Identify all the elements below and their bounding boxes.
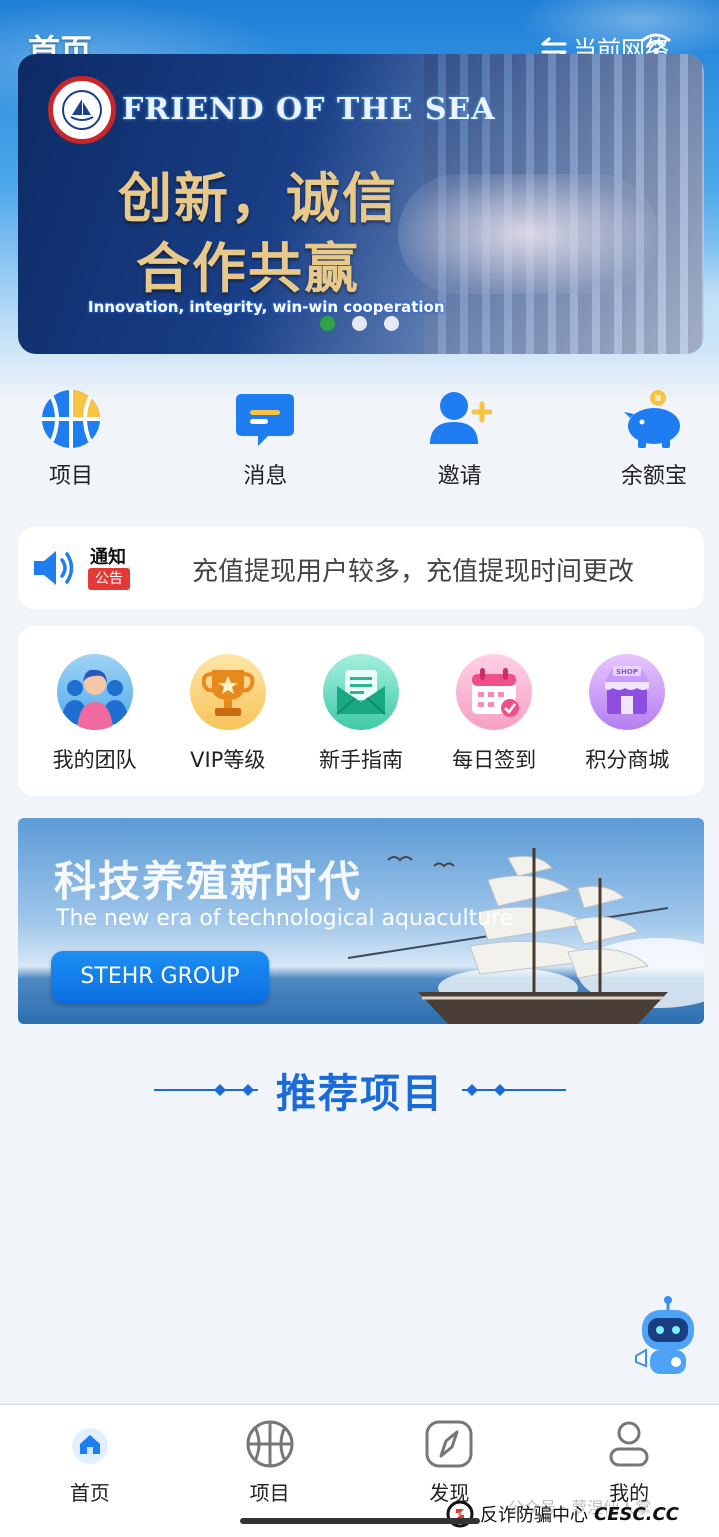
feature-label: 积分商城 [585,748,670,772]
basketball-icon [243,1417,297,1471]
quick-action-label: 消息 [243,464,288,489]
promo-banner[interactable]: 科技养殖新时代 The new era of technological aqu… [18,818,704,1024]
carousel-dot-active[interactable] [320,316,335,331]
tab-home[interactable]: 首页 [30,1417,150,1537]
friend-of-the-sea-logo [48,76,116,144]
compass-icon [422,1417,476,1471]
speaker-icon [34,551,74,585]
banner-headline-2: 合作共赢 [136,237,360,300]
trophy-icon [189,654,266,730]
feature-label: 我的团队 [52,748,137,772]
tab-label: 项目 [249,1481,290,1505]
quick-action-label: 邀请 [437,464,482,489]
decorative-line-right [462,1084,566,1096]
section-title: 推荐项目 [276,1071,444,1117]
quick-action-label: 余额宝 [620,464,687,489]
quick-action-messages[interactable]: 消息 [220,386,310,496]
watermark: 反诈防骗中心 CESC.CC [446,1500,679,1528]
feature-label: 新手指南 [318,748,403,772]
quick-action-invite[interactable]: 邀请 [415,386,505,496]
message-icon [232,386,298,452]
banner-brand: FRIEND OF THE SEA [122,92,496,127]
customer-service-robot-icon[interactable] [632,1296,704,1380]
guide-envelope-icon [322,654,399,730]
banner-tagline: Innovation, integrity, win-win cooperati… [88,298,445,316]
promo-subtitle: The new era of technological aquaculture [56,906,514,931]
banner-headline-1: 创新，诚信 [118,167,398,230]
feature-daily-checkin[interactable]: 每日签到 [434,654,554,796]
quick-action-projects[interactable]: 项目 [26,386,116,496]
shop-icon: SHOP [589,654,666,730]
basketball-icon [38,386,104,452]
home-indicator[interactable] [240,1518,480,1524]
watermark-center-text: 反诈防骗中心 [480,1505,588,1526]
feature-grid: 我的团队 VIP等级 新手指南 每日签到 SHOP 积分商城 [18,626,704,796]
quick-action-balance[interactable]: 余额宝 [609,386,699,496]
notice-bar[interactable]: 通知 公告 充值提现用户较多，充值提现时间更改 [18,527,704,609]
watermark-brand: CESC.CC [594,1503,679,1525]
home-icon [63,1417,117,1471]
tab-label: 首页 [69,1481,110,1505]
feature-label: VIP等级 [190,748,266,772]
piggy-bank-icon [621,386,687,452]
invite-user-icon [427,386,493,452]
svg-text:SHOP: SHOP [616,668,638,676]
handshake-image [398,174,658,294]
section-header: 推荐项目 [150,1060,570,1120]
feature-vip-level[interactable]: VIP等级 [168,654,288,796]
notice-marquee-text: 充值提现用户较多，充值提现时间更改 [192,557,635,585]
calendar-icon [456,654,533,730]
feature-label: 每日签到 [452,748,537,772]
user-icon [602,1417,656,1471]
quick-actions: 项目 消息 邀请 余额宝 [0,386,719,496]
notice-title: 通知 [90,547,126,568]
wifi-icon [641,33,671,54]
team-icon [56,654,133,730]
carousel-dot[interactable] [352,316,367,331]
hero-banner[interactable]: FRIEND OF THE SEA 创新，诚信 合作共赢 Innovation,… [18,54,704,354]
carousel-dot[interactable] [384,316,399,331]
decorative-line-left [154,1084,258,1096]
feature-points-mall[interactable]: SHOP 积分商城 [567,654,687,796]
carousel-dots [320,316,399,331]
quick-action-label: 项目 [48,464,93,489]
promo-title: 科技养殖新时代 [54,857,363,906]
feature-my-team[interactable]: 我的团队 [35,654,155,796]
stehr-group-button[interactable]: STEHR GROUP [51,951,269,1003]
feature-beginner-guide[interactable]: 新手指南 [301,654,421,796]
notice-badge: 公告 [88,568,130,590]
